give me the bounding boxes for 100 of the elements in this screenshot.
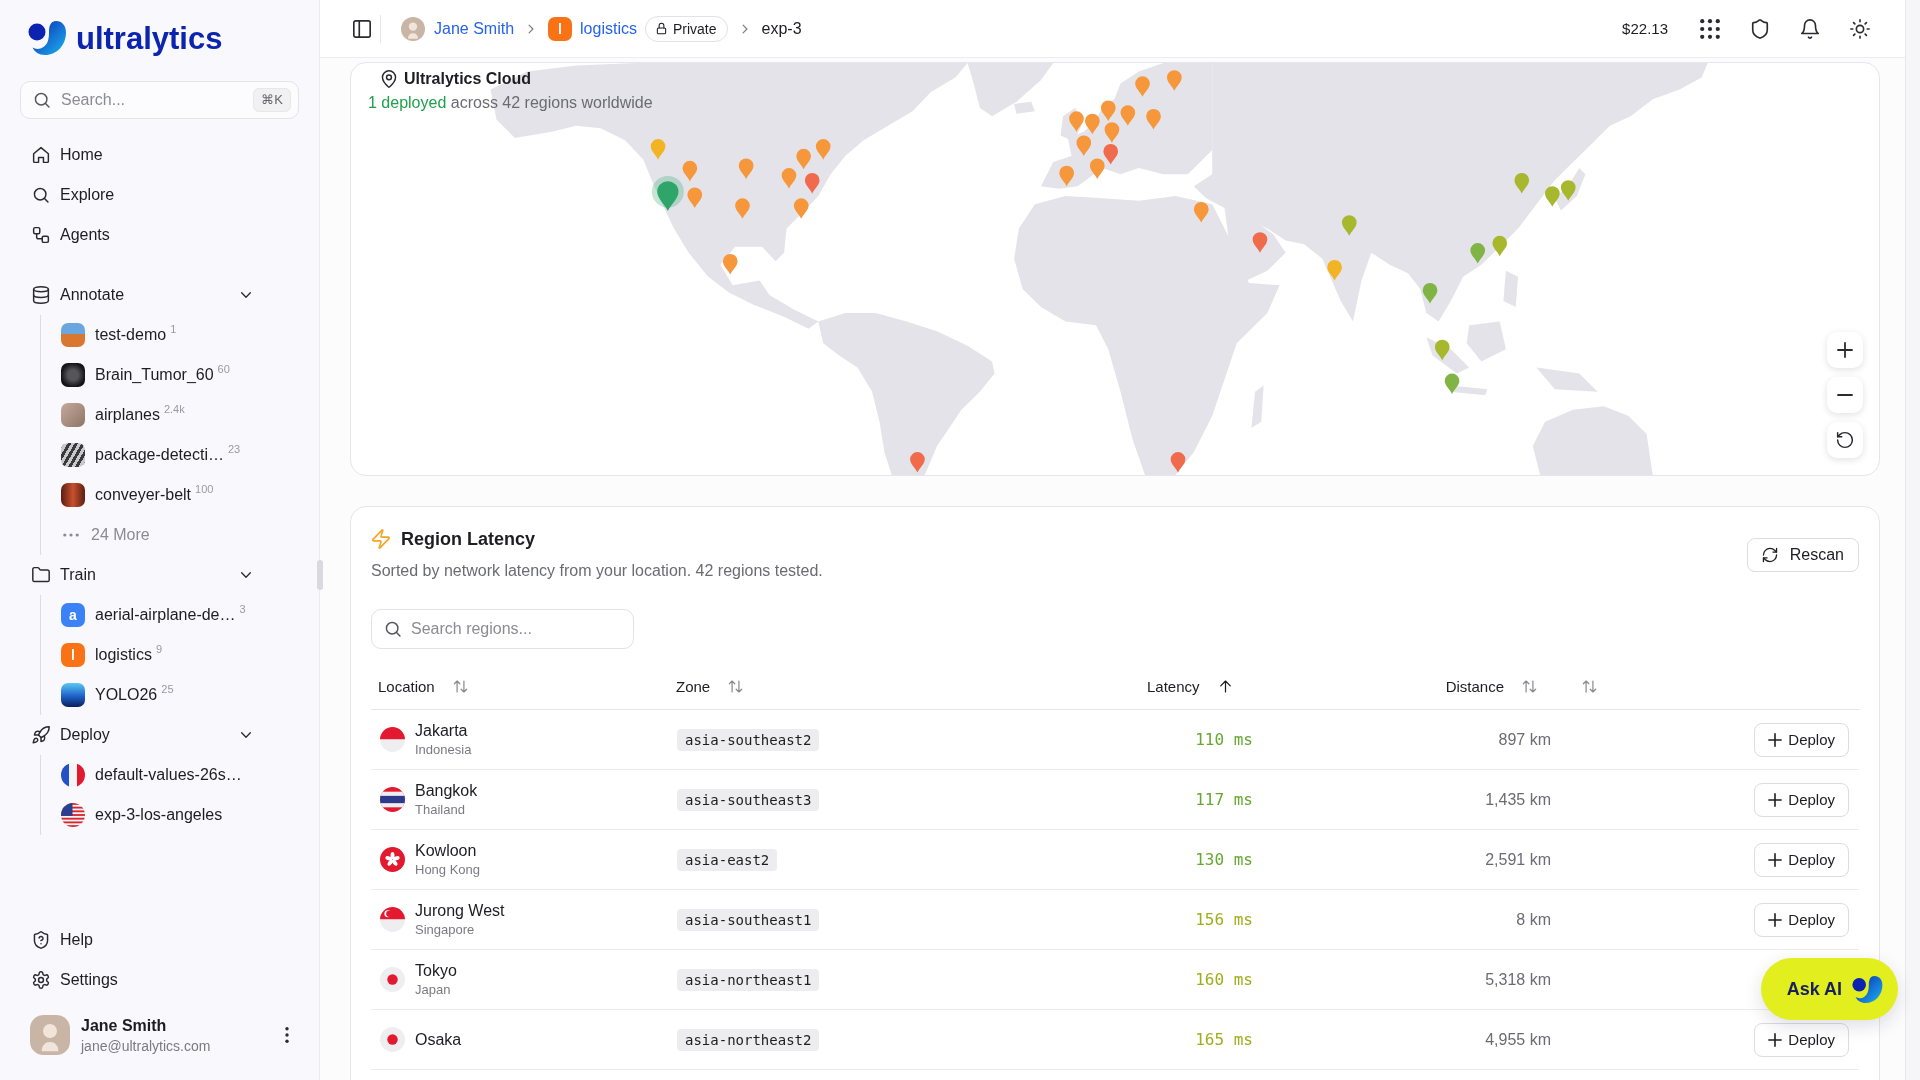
sun-icon[interactable] bbox=[1850, 18, 1870, 39]
sidebar-item[interactable]: package-detecti… 23 bbox=[41, 435, 299, 475]
map-pin-icon[interactable] bbox=[781, 168, 797, 189]
grid-icon[interactable] bbox=[1700, 18, 1720, 39]
city-name: Jakarta bbox=[415, 722, 469, 740]
map-pin-icon[interactable] bbox=[1514, 172, 1530, 194]
ask-ai-button[interactable]: Ask AI bbox=[1760, 958, 1898, 1020]
country-name: Indonesia bbox=[415, 742, 472, 757]
map-pin-icon[interactable] bbox=[738, 158, 754, 179]
map-pin-icon[interactable] bbox=[793, 198, 809, 219]
rescan-button[interactable]: Rescan bbox=[1746, 537, 1859, 572]
card-subtitle: Sorted by network latency from your location. 42 regions tested. bbox=[371, 561, 823, 581]
map-pin-icon[interactable] bbox=[682, 160, 698, 182]
map-pin-icon[interactable] bbox=[1085, 113, 1100, 135]
map-pin-icon[interactable] bbox=[804, 172, 820, 194]
column-header[interactable]: Latency bbox=[1140, 670, 1233, 703]
section-header[interactable]: Deploy bbox=[20, 715, 299, 755]
map-pin-icon[interactable] bbox=[1341, 215, 1357, 236]
zoom-out-button[interactable] bbox=[1827, 377, 1863, 413]
breadcrumb-link[interactable]: logistics bbox=[580, 19, 637, 38]
nav-item[interactable]: Settings bbox=[20, 960, 299, 1000]
sidebar-item[interactable]: test-demo 1 bbox=[41, 315, 299, 355]
sidebar-item[interactable]: a aerial-airplane-de… 3 bbox=[41, 595, 299, 635]
deploy-button[interactable]: Deploy bbox=[1754, 722, 1849, 757]
sidebar-item[interactable]: Brain_Tumor_60 60 bbox=[41, 355, 299, 395]
map-pin-icon[interactable] bbox=[796, 148, 811, 170]
map-pin-icon[interactable] bbox=[1545, 186, 1560, 207]
map-pin-icon[interactable] bbox=[1422, 282, 1438, 304]
column-header[interactable]: Distance bbox=[1445, 670, 1537, 703]
item-count: 23 bbox=[227, 443, 241, 455]
distance-value: 897 km bbox=[1498, 730, 1551, 749]
deploy-button[interactable]: Deploy bbox=[1754, 782, 1849, 817]
zoom-in-button[interactable] bbox=[1827, 332, 1863, 368]
column-header[interactable]: Zone bbox=[669, 670, 744, 703]
map-pin-icon[interactable] bbox=[1135, 76, 1150, 97]
breadcrumb-link[interactable]: Jane Smith bbox=[434, 19, 515, 38]
country-name: Thailand bbox=[415, 802, 466, 817]
dataset-thumbnail bbox=[61, 323, 85, 347]
map-pin-icon[interactable] bbox=[1103, 143, 1119, 165]
map-pin-icon[interactable] bbox=[1252, 232, 1268, 253]
scrollbar-track[interactable] bbox=[1905, 0, 1920, 1080]
home-icon bbox=[32, 146, 50, 164]
map-pin-icon[interactable] bbox=[1560, 180, 1576, 201]
sidebar-item[interactable]: conveyer-belt 100 bbox=[41, 475, 299, 515]
map-pin-icon[interactable] bbox=[1089, 158, 1105, 179]
column-header[interactable]: Location bbox=[371, 670, 468, 703]
item-count: 9 bbox=[155, 643, 163, 655]
search-field[interactable]: Search... ⌘K bbox=[20, 81, 299, 119]
map-pin-icon[interactable] bbox=[1120, 105, 1136, 126]
map-pin-icon[interactable] bbox=[1167, 70, 1182, 91]
shield-icon[interactable] bbox=[1750, 18, 1770, 39]
map-pin-icon[interactable] bbox=[651, 175, 684, 211]
deploy-button[interactable]: Deploy bbox=[1754, 842, 1849, 877]
project-avatar: l bbox=[61, 643, 85, 667]
sort-arrows-icon[interactable] bbox=[1582, 679, 1597, 694]
search-input[interactable]: Search... bbox=[61, 89, 244, 111]
map-pin-icon[interactable] bbox=[687, 187, 703, 208]
map-pin-icon[interactable] bbox=[650, 139, 666, 160]
map-pin-icon[interactable] bbox=[1104, 122, 1120, 143]
map-pin-icon[interactable] bbox=[1076, 135, 1092, 157]
city-name: Osaka bbox=[415, 1030, 462, 1049]
kebab-menu-icon[interactable] bbox=[285, 1027, 289, 1043]
reset-view-button[interactable] bbox=[1827, 422, 1863, 458]
map-pin-icon[interactable] bbox=[735, 198, 750, 219]
nav-item[interactable]: Agents bbox=[20, 215, 299, 255]
sidebar-icon[interactable] bbox=[352, 18, 372, 39]
map-pin-icon[interactable] bbox=[1444, 373, 1460, 395]
nav-item[interactable]: Explore bbox=[20, 175, 299, 215]
map-pin-icon[interactable] bbox=[1069, 111, 1084, 132]
bell-icon[interactable] bbox=[1800, 18, 1820, 39]
user-email: jane@ultralytics.com bbox=[81, 1037, 211, 1054]
map-pin-icon[interactable] bbox=[1470, 243, 1486, 264]
nav-item[interactable]: Help bbox=[20, 920, 299, 960]
section-header[interactable]: Train bbox=[20, 555, 299, 595]
map-pin-icon[interactable] bbox=[1059, 165, 1074, 187]
map-pin-icon[interactable] bbox=[1193, 201, 1209, 223]
map-pin-icon[interactable] bbox=[1492, 235, 1508, 257]
sidebar-item[interactable]: default-values-26s… bbox=[41, 755, 299, 795]
sidebar-item[interactable]: exp-3-los-angeles bbox=[41, 795, 299, 835]
resize-handle[interactable] bbox=[317, 560, 323, 590]
deploy-button[interactable]: Deploy bbox=[1754, 1022, 1849, 1057]
city-name: Bangkok bbox=[415, 782, 478, 800]
map-pin-icon[interactable] bbox=[1170, 452, 1186, 473]
zone-code: asia-northeast1 bbox=[677, 968, 820, 991]
sidebar-item[interactable]: l logistics 9 bbox=[41, 635, 299, 675]
sidebar-item[interactable]: airplanes 2.4k bbox=[41, 395, 299, 435]
sidebar-item[interactable]: YOLO26 25 bbox=[41, 675, 299, 715]
map-pin-icon[interactable] bbox=[1146, 108, 1161, 130]
search-field[interactable]: Search regions... bbox=[371, 609, 634, 649]
nav-item[interactable]: Home bbox=[20, 135, 299, 175]
map-pin-icon[interactable] bbox=[1327, 259, 1342, 281]
map-pin-icon[interactable] bbox=[1434, 339, 1450, 361]
map-pin-icon[interactable] bbox=[1100, 100, 1116, 121]
map-pin-icon[interactable] bbox=[910, 452, 925, 473]
map-pin-icon[interactable] bbox=[815, 139, 831, 160]
section-header[interactable]: Annotate bbox=[20, 275, 299, 315]
visibility-badge[interactable]: Private bbox=[644, 15, 728, 42]
deploy-button[interactable]: Deploy bbox=[1754, 902, 1849, 937]
map-pin-icon[interactable] bbox=[722, 253, 738, 275]
search-input[interactable]: Search regions... bbox=[411, 618, 621, 640]
